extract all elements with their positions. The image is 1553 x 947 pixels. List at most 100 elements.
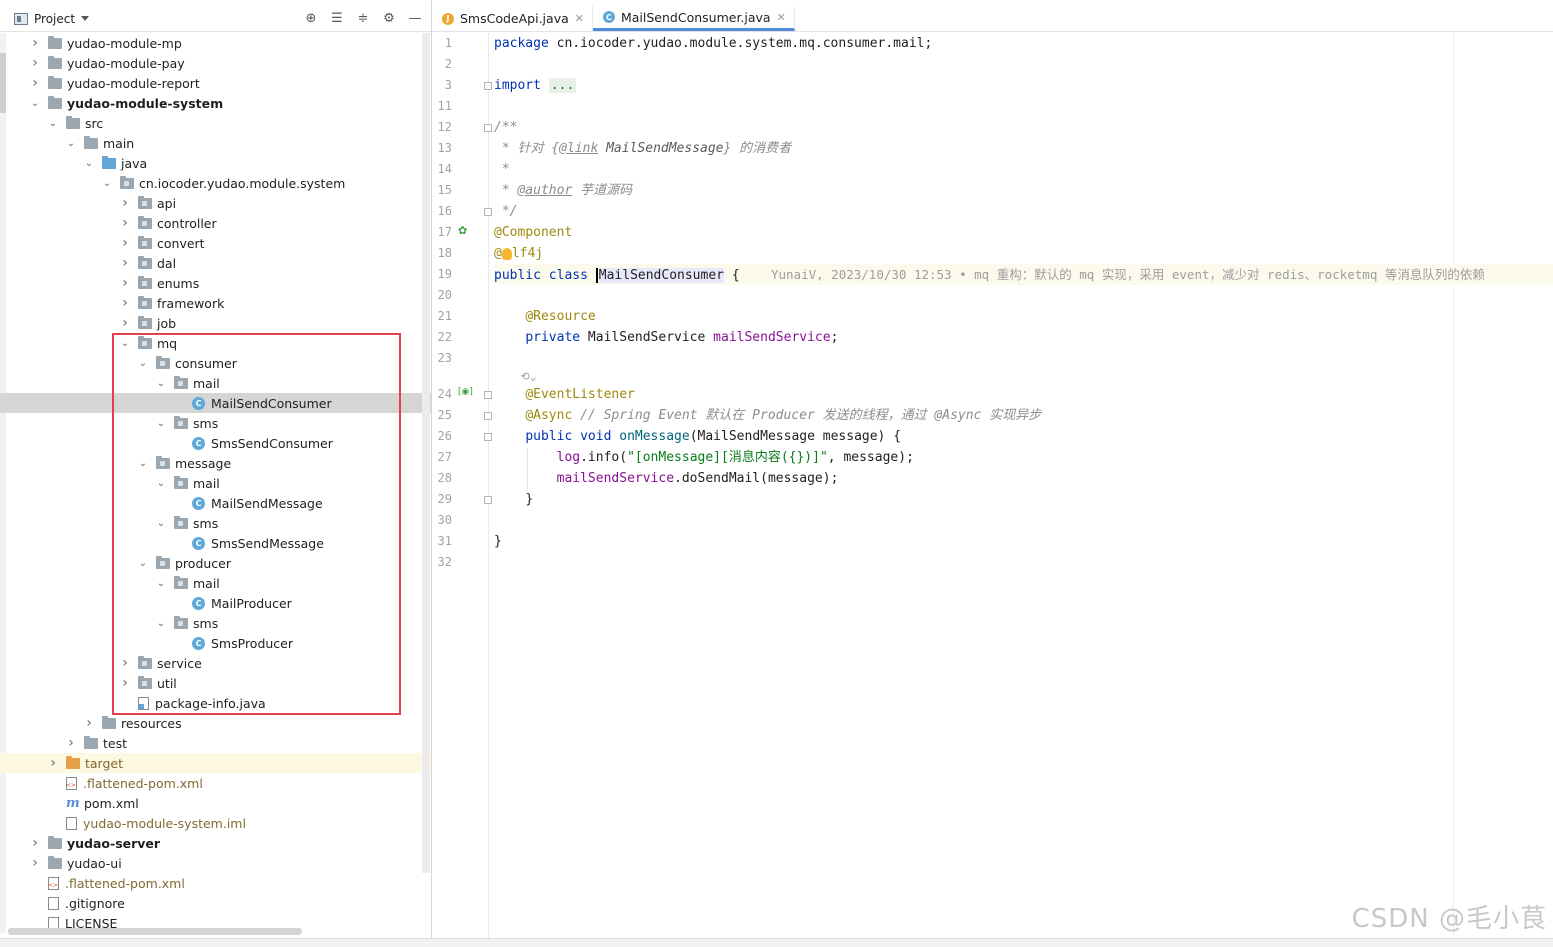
tree-item[interactable]: › resources <box>0 713 431 733</box>
chevron-down-icon[interactable]: ⌄ <box>156 578 166 589</box>
folded-imports[interactable]: ... <box>548 78 577 93</box>
code-area[interactable]: package cn.iocoder.yudao.module.system.m… <box>494 33 1553 947</box>
chevron-right-icon[interactable]: › <box>120 275 130 291</box>
tree-item[interactable]: › yudao-server <box>0 833 431 853</box>
chevron-right-icon[interactable]: › <box>120 195 130 211</box>
tab-smscodeapi[interactable]: J SmsCodeApi.java ✕ <box>432 6 593 31</box>
tree-item[interactable]: › util <box>0 673 431 693</box>
chevron-down-icon[interactable]: ⌄ <box>156 378 166 389</box>
tree-item[interactable]: › test <box>0 733 431 753</box>
chevron-right-icon[interactable]: › <box>30 55 40 71</box>
tree-item[interactable]: ⌄ sms <box>0 613 431 633</box>
gear-icon[interactable]: ⚙ <box>381 10 397 26</box>
chevron-right-icon[interactable]: › <box>120 315 130 331</box>
locate-icon[interactable]: ⊕ <box>303 10 319 26</box>
chevron-right-icon[interactable]: › <box>120 675 130 691</box>
tree-item[interactable]: › target <box>0 753 431 773</box>
lightbulb-icon[interactable] <box>501 247 512 260</box>
tree-vertical-scrollbar[interactable] <box>422 33 430 873</box>
tree-item[interactable]: › api <box>0 193 431 213</box>
chevron-right-icon[interactable]: › <box>120 215 130 231</box>
fold-marker-icon[interactable] <box>484 496 492 504</box>
chevron-right-icon[interactable]: › <box>48 755 58 771</box>
tree-item[interactable]: ⌄ cn.iocoder.yudao.module.system <box>0 173 431 193</box>
tree-item[interactable]: ›CSmsProducer <box>0 633 431 653</box>
tree-item[interactable]: ⌄ mail <box>0 473 431 493</box>
fold-marker-icon[interactable] <box>484 433 492 441</box>
tree-item[interactable]: ⌄ src <box>0 113 431 133</box>
tree-item[interactable]: ›.flattened-pom.xml <box>0 773 431 793</box>
tree-item[interactable]: ›CMailSendConsumer <box>0 393 431 413</box>
tree-item[interactable]: ›.gitignore <box>0 893 431 913</box>
spring-bean-icon[interactable]: ✿ <box>458 224 467 237</box>
tree-item[interactable]: › yudao-ui <box>0 853 431 873</box>
tree-horizontal-scrollbar[interactable] <box>8 928 302 935</box>
chevron-down-icon[interactable]: ⌄ <box>84 158 94 169</box>
fold-marker-icon[interactable] <box>484 412 492 420</box>
tree-item[interactable]: ›package-info.java <box>0 693 431 713</box>
chevron-right-icon[interactable]: › <box>120 655 130 671</box>
chevron-right-icon[interactable]: › <box>30 855 40 871</box>
tree-item[interactable]: ⌄ mq <box>0 333 431 353</box>
tree-item[interactable]: ›mpom.xml <box>0 793 431 813</box>
tree-item[interactable]: › convert <box>0 233 431 253</box>
chevron-down-icon[interactable]: ⌄ <box>102 178 112 189</box>
tree-item[interactable]: › framework <box>0 293 431 313</box>
chevron-down-icon[interactable]: ⌄ <box>138 358 148 369</box>
git-blame-hint[interactable]: YunaiV, 2023/10/30 12:53 • mq 重构：默认的 mq … <box>771 267 1485 282</box>
tree-item[interactable]: › controller <box>0 213 431 233</box>
chevron-down-icon[interactable]: ⌄ <box>66 138 76 149</box>
tree-item[interactable]: ⌄ consumer <box>0 353 431 373</box>
chevron-down-icon[interactable]: ⌄ <box>156 478 166 489</box>
collapse-all-icon[interactable]: ≑ <box>355 10 371 26</box>
chevron-down-icon[interactable]: ⌄ <box>48 118 58 129</box>
chevron-right-icon[interactable]: › <box>30 835 40 851</box>
chevron-right-icon[interactable]: › <box>120 235 130 251</box>
close-icon[interactable]: ✕ <box>575 12 584 25</box>
event-listener-icon[interactable]: [◉] <box>458 387 473 397</box>
fold-marker-icon[interactable] <box>484 391 492 399</box>
tree-item[interactable]: ›CMailProducer <box>0 593 431 613</box>
chevron-right-icon[interactable]: › <box>120 255 130 271</box>
tree-item[interactable]: › yudao-module-report <box>0 73 431 93</box>
tree-item[interactable]: ⌄ mail <box>0 573 431 593</box>
tree-item[interactable]: › enums <box>0 273 431 293</box>
close-icon[interactable]: ✕ <box>777 11 786 24</box>
chevron-right-icon[interactable]: › <box>66 735 76 751</box>
tab-mailsendconsumer[interactable]: C MailSendConsumer.java ✕ <box>592 6 795 31</box>
tree-item[interactable]: ⌄ message <box>0 453 431 473</box>
expand-all-icon[interactable]: ☰ <box>329 10 345 26</box>
chevron-right-icon[interactable]: › <box>84 715 94 731</box>
chevron-right-icon[interactable]: › <box>30 75 40 91</box>
tree-item[interactable]: ⌄ yudao-module-system <box>0 93 431 113</box>
tree-item[interactable]: ›.flattened-pom.xml <box>0 873 431 893</box>
tree-item[interactable]: › job <box>0 313 431 333</box>
tree-item[interactable]: ›CSmsSendConsumer <box>0 433 431 453</box>
tree-item[interactable]: ⌄ java <box>0 153 431 173</box>
tree-item[interactable]: ›CSmsSendMessage <box>0 533 431 553</box>
fold-marker-icon[interactable] <box>484 208 492 216</box>
tree-item[interactable]: › service <box>0 653 431 673</box>
tree-item[interactable]: › dal <box>0 253 431 273</box>
tree-item[interactable]: ⌄ main <box>0 133 431 153</box>
tree-item[interactable]: ›yudao-module-system.iml <box>0 813 431 833</box>
tree-item[interactable]: ⌄ mail <box>0 373 431 393</box>
chevron-down-icon[interactable]: ⌄ <box>138 458 148 469</box>
tree-item[interactable]: › yudao-module-mp <box>0 33 431 53</box>
chevron-down-icon[interactable]: ⌄ <box>156 418 166 429</box>
fold-marker-icon[interactable] <box>484 124 492 132</box>
chevron-down-icon[interactable]: ⌄ <box>120 338 130 349</box>
fold-marker-icon[interactable] <box>484 82 492 90</box>
tree-item[interactable]: ⌄ sms <box>0 513 431 533</box>
tree-item[interactable]: ⌄ producer <box>0 553 431 573</box>
tree-item[interactable]: › yudao-module-pay <box>0 53 431 73</box>
tree-item[interactable]: ›CMailSendMessage <box>0 493 431 513</box>
chevron-right-icon[interactable]: › <box>120 295 130 311</box>
chevron-down-icon[interactable]: ⌄ <box>30 98 40 109</box>
chevron-right-icon[interactable]: › <box>30 35 40 51</box>
minimize-icon[interactable]: — <box>407 10 423 26</box>
chevron-down-icon[interactable]: ⌄ <box>156 618 166 629</box>
chevron-down-icon[interactable]: ⌄ <box>138 558 148 569</box>
tree-item[interactable]: ⌄ sms <box>0 413 431 433</box>
chevron-down-icon[interactable]: ⌄ <box>156 518 166 529</box>
